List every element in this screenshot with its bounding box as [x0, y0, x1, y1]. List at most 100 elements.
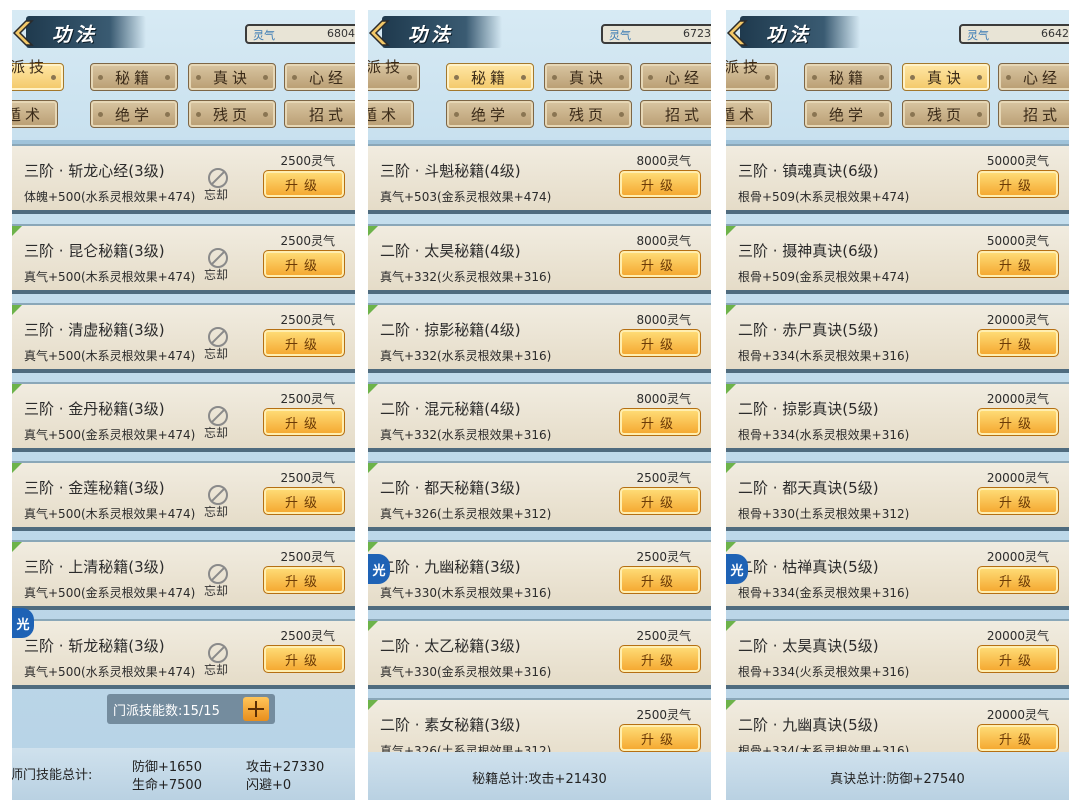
upgrade-button[interactable]: 升级 — [619, 329, 701, 357]
forget-button[interactable]: 忘却 — [204, 248, 232, 284]
skill-name: 三阶 · 镇魂真诀(6级) — [738, 162, 879, 180]
upgrade-button[interactable]: 升级 — [263, 250, 345, 278]
tab-moves[interactable]: 招式 — [284, 100, 355, 128]
upgrade-button[interactable]: 升级 — [977, 329, 1059, 357]
corner-marker — [12, 305, 22, 315]
corner-marker — [726, 305, 736, 315]
skill-effect: 真气+500(金系灵根效果+474) — [24, 586, 196, 600]
tab-unique-skill[interactable]: 绝学 — [446, 100, 534, 128]
upgrade-button[interactable]: 升级 — [977, 645, 1059, 673]
assistant-badge-icon[interactable]: 光 — [12, 608, 34, 638]
skill-name: 三阶 · 金丹秘籍(3级) — [24, 400, 165, 418]
upgrade-button[interactable]: 升级 — [977, 566, 1059, 594]
tab-sect-skills[interactable]: 门派技能 — [726, 58, 778, 91]
corner-marker — [12, 226, 22, 236]
tab-escape-art[interactable]: 遁术 — [726, 100, 772, 128]
skill-count-box: 门派技能数:15/15 — [107, 694, 275, 724]
list-item: 二阶 · 混元秘籍(4级) 真气+332(水系灵根效果+316) 8000灵气 … — [368, 382, 711, 452]
tab-true-art[interactable]: 真诀 — [544, 63, 632, 91]
tab-fragments[interactable]: 残页 — [188, 100, 276, 128]
upgrade-button[interactable]: 升级 — [263, 645, 345, 673]
list-item: 二阶 · 都天秘籍(3级) 真气+326(土系灵根效果+312) 2500灵气 … — [368, 461, 711, 531]
upgrade-cost: 20000灵气 — [986, 629, 1049, 643]
upgrade-button[interactable]: 升级 — [619, 645, 701, 673]
tab-escape-art[interactable]: 遁术 — [368, 100, 414, 128]
corner-marker — [12, 463, 22, 473]
upgrade-button[interactable]: 升级 — [263, 170, 345, 198]
back-arrow-icon[interactable] — [368, 20, 390, 46]
corner-marker — [726, 463, 736, 473]
tab-fragments[interactable]: 残页 — [902, 100, 990, 128]
upgrade-button[interactable]: 升级 — [263, 329, 345, 357]
panel-true-art: 功法 灵气 6642 门派技能 秘籍 真诀 心经 遁术 绝学 残页 招式 三阶 … — [726, 10, 1069, 800]
tab-moves[interactable]: 招式 — [640, 100, 711, 128]
forbidden-icon — [208, 564, 228, 584]
list-item: 二阶 · 都天真诀(5级) 根骨+330(土系灵根效果+312) 20000灵气… — [726, 461, 1069, 531]
tab-true-art[interactable]: 真诀 — [188, 63, 276, 91]
assistant-badge-icon[interactable]: 光 — [726, 554, 748, 584]
tab-unique-skill[interactable]: 绝学 — [804, 100, 892, 128]
skill-name: 三阶 · 摄神真诀(6级) — [738, 242, 879, 260]
upgrade-button[interactable]: 升级 — [619, 250, 701, 278]
upgrade-button[interactable]: 升级 — [977, 487, 1059, 515]
tab-secret-books[interactable]: 秘籍 — [446, 63, 534, 91]
forget-button[interactable]: 忘却 — [204, 564, 232, 600]
skill-name: 二阶 · 太昊真诀(5级) — [738, 637, 879, 655]
forget-button[interactable]: 忘却 — [204, 485, 232, 521]
tab-secret-books[interactable]: 秘籍 — [90, 63, 178, 91]
skill-effect: 根骨+334(水系灵根效果+316) — [738, 428, 910, 442]
tab-secret-books[interactable]: 秘籍 — [804, 63, 892, 91]
tab-true-art[interactable]: 真诀 — [902, 63, 990, 91]
tab-fragments[interactable]: 残页 — [544, 100, 632, 128]
upgrade-button[interactable]: 升级 — [619, 170, 701, 198]
tab-sect-skills[interactable]: 门派技能 — [368, 58, 420, 91]
back-arrow-icon[interactable] — [726, 20, 748, 46]
corner-marker — [726, 226, 736, 236]
upgrade-cost: 8000灵气 — [636, 392, 691, 406]
corner-marker — [726, 700, 736, 710]
back-arrow-icon[interactable] — [12, 20, 34, 46]
assistant-badge-icon[interactable]: 光 — [368, 554, 390, 584]
upgrade-button[interactable]: 升级 — [977, 250, 1059, 278]
forget-label: 忘却 — [204, 426, 229, 440]
upgrade-button[interactable]: 升级 — [619, 408, 701, 436]
upgrade-button[interactable]: 升级 — [263, 487, 345, 515]
ling-qi-value: 6723 — [683, 27, 711, 40]
list-item: 二阶 · 太昊真诀(5级) 根骨+334(火系灵根效果+316) 20000灵气… — [726, 619, 1069, 689]
upgrade-button[interactable]: 升级 — [263, 408, 345, 436]
forget-button[interactable]: 忘却 — [204, 406, 232, 442]
skill-effect: 根骨+334(金系灵根效果+316) — [738, 586, 910, 600]
tab-sect-skills[interactable]: 门派技能 — [12, 58, 64, 91]
upgrade-button[interactable]: 升级 — [619, 724, 701, 752]
skill-effect: 根骨+509(金系灵根效果+474) — [738, 270, 910, 284]
upgrade-button[interactable]: 升级 — [977, 408, 1059, 436]
tab-heart-sutra[interactable]: 心经 — [284, 63, 355, 91]
corner-marker — [368, 621, 378, 631]
corner-marker — [726, 621, 736, 631]
forget-button[interactable]: 忘却 — [204, 327, 232, 363]
upgrade-button[interactable]: 升级 — [977, 724, 1059, 752]
tab-heart-sutra[interactable]: 心经 — [998, 63, 1069, 91]
tab-escape-art[interactable]: 遁术 — [12, 100, 58, 128]
total-defense: 防御+1650 — [132, 760, 202, 775]
tab-unique-skill[interactable]: 绝学 — [90, 100, 178, 128]
tab-heart-sutra[interactable]: 心经 — [640, 63, 711, 91]
page-title: 功法 — [766, 24, 813, 46]
upgrade-button[interactable]: 升级 — [619, 487, 701, 515]
panel-secret-books: 功法 灵气 6723 门派技能 秘籍 真诀 心经 遁术 绝学 残页 招式 三阶 … — [368, 10, 711, 800]
plus-icon[interactable] — [243, 697, 269, 721]
skill-effect: 真气+330(木系灵根效果+316) — [380, 586, 552, 600]
skill-name: 三阶 · 金莲秘籍(3级) — [24, 479, 165, 497]
upgrade-cost: 2500灵气 — [280, 550, 335, 564]
skill-effect: 真气+503(金系灵根效果+474) — [380, 190, 552, 204]
forbidden-icon — [208, 406, 228, 426]
forget-button[interactable]: 忘却 — [204, 168, 232, 204]
skill-name: 三阶 · 斩龙秘籍(3级) — [24, 637, 165, 655]
upgrade-button[interactable]: 升级 — [619, 566, 701, 594]
upgrade-button[interactable]: 升级 — [263, 566, 345, 594]
skill-effect: 真气+330(金系灵根效果+316) — [380, 665, 552, 679]
page-title: 功法 — [52, 24, 99, 46]
forget-button[interactable]: 忘却 — [204, 643, 232, 679]
upgrade-button[interactable]: 升级 — [977, 170, 1059, 198]
tab-moves[interactable]: 招式 — [998, 100, 1069, 128]
